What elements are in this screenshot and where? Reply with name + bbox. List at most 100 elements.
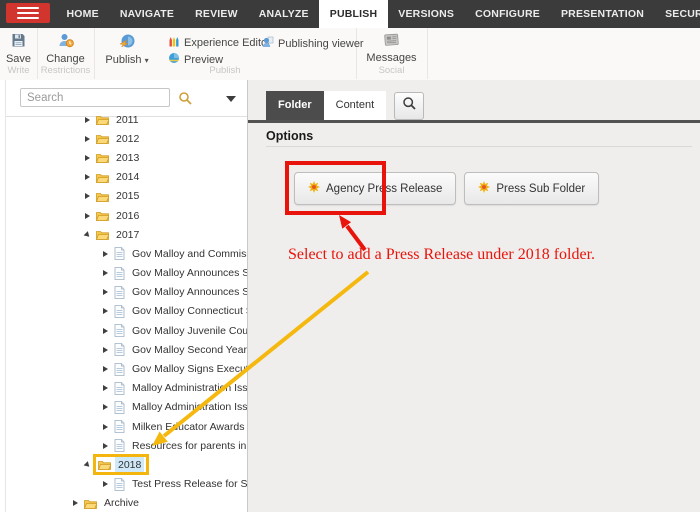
tree-item[interactable]: Gov Malloy Second Year of Accou bbox=[0, 340, 247, 359]
tree-item-label[interactable]: Gov Malloy and Commissioner W bbox=[129, 246, 248, 261]
tree-item[interactable]: 2017 bbox=[0, 225, 247, 244]
save-button[interactable]: Save bbox=[0, 33, 37, 65]
tree-item-label[interactable]: 2014 bbox=[113, 170, 142, 185]
expand-toggle-icon[interactable] bbox=[85, 213, 96, 219]
tree-item[interactable]: Gov Malloy Juvenile Court Referra bbox=[0, 321, 247, 340]
editor-panel: Folder Content Options Agency Press Rele… bbox=[248, 80, 700, 512]
options-separator bbox=[266, 146, 692, 147]
ribbon-tab-configure[interactable]: CONFIGURE bbox=[465, 0, 551, 28]
expand-toggle-icon[interactable] bbox=[103, 366, 114, 372]
tree-item-label[interactable]: Gov Malloy Announces Six-year H bbox=[129, 266, 248, 281]
expand-toggle-icon[interactable] bbox=[85, 174, 96, 180]
tree-item-label[interactable]: 2012 bbox=[113, 131, 142, 146]
hamburger-icon[interactable] bbox=[6, 3, 50, 23]
expand-toggle-icon[interactable] bbox=[85, 232, 96, 238]
tree-item[interactable]: 2015 bbox=[0, 187, 247, 206]
tree-item[interactable]: 2014 bbox=[0, 168, 247, 187]
document-icon bbox=[114, 286, 125, 299]
expand-toggle-icon[interactable] bbox=[85, 193, 96, 199]
tree-item[interactable]: Gov Malloy Announces Six-year H bbox=[0, 264, 247, 283]
publishing-viewer-icon bbox=[262, 36, 274, 51]
tree-item-label[interactable]: Test Press Release for SDE bbox=[129, 477, 248, 492]
tree-item[interactable]: Milken Educator Awards welcome bbox=[0, 417, 247, 436]
search-input[interactable] bbox=[20, 88, 170, 107]
tree-item-label[interactable]: 2013 bbox=[113, 150, 142, 165]
ribbon-tab-publish[interactable]: PUBLISH bbox=[319, 0, 388, 28]
tree-item-label[interactable]: 2016 bbox=[113, 208, 142, 223]
tree-item[interactable]: Malloy Administration Issues Guid bbox=[0, 379, 247, 398]
press-sub-folder-button[interactable]: Press Sub Folder bbox=[464, 172, 599, 205]
tree-item[interactable]: 2011 bbox=[0, 110, 247, 129]
expand-toggle-icon[interactable] bbox=[103, 404, 114, 410]
ribbon-tab-analyze[interactable]: ANALYZE bbox=[248, 0, 319, 28]
tree-item[interactable]: 2013 bbox=[0, 148, 247, 167]
expand-toggle-icon[interactable] bbox=[103, 251, 114, 257]
ribbon-tab-navigate[interactable]: NAVIGATE bbox=[109, 0, 184, 28]
content-tree-panel: 2011 2012 2013 2014 2015 2016 2017 Gov Malloy a… bbox=[0, 80, 248, 512]
tree-item[interactable]: Gov Malloy Connecticut Students bbox=[0, 302, 247, 321]
tab-content[interactable]: Content bbox=[324, 91, 387, 120]
expand-toggle-icon[interactable] bbox=[85, 155, 96, 161]
tree-item-label[interactable]: 2018 bbox=[115, 457, 144, 472]
tree-item[interactable]: 2016 bbox=[0, 206, 247, 225]
ribbon-tab-review[interactable]: REVIEW bbox=[185, 0, 249, 28]
change-restrictions-icon bbox=[58, 33, 74, 51]
expand-toggle-icon[interactable] bbox=[103, 328, 114, 334]
tree-item-label[interactable]: Malloy Administration Issues Guid bbox=[129, 400, 248, 415]
expand-toggle-icon[interactable] bbox=[103, 270, 114, 276]
ribbon-tab-home[interactable]: HOME bbox=[56, 0, 109, 28]
agency-press-release-label: Agency Press Release bbox=[326, 183, 442, 195]
tree-item[interactable]: Gov Malloy Announces Statewide bbox=[0, 283, 247, 302]
ribbon-tab-presentation[interactable]: PRESENTATION bbox=[550, 0, 654, 28]
search-icon bbox=[402, 96, 417, 116]
tree-item[interactable]: Gov Malloy and Commissioner W bbox=[0, 244, 247, 263]
publishing-viewer-button[interactable]: Publishing viewer bbox=[262, 36, 364, 51]
tree-item-label[interactable]: 2015 bbox=[113, 189, 142, 204]
expand-toggle-icon[interactable] bbox=[103, 289, 114, 295]
tree-item[interactable]: Archive bbox=[0, 494, 247, 512]
tree-item[interactable]: 2012 bbox=[0, 129, 247, 148]
tree-item-label[interactable]: 2011 bbox=[113, 112, 142, 127]
expand-toggle-icon[interactable] bbox=[103, 385, 114, 391]
tree-item[interactable]: Malloy Administration Issues Guid bbox=[0, 398, 247, 417]
tree-item-label[interactable]: Gov Malloy Announces Statewide bbox=[129, 285, 248, 300]
expand-toggle-icon[interactable] bbox=[73, 500, 84, 506]
tree-item-label[interactable]: Gov Malloy Juvenile Court Referra bbox=[129, 323, 248, 338]
ribbon-tab-security[interactable]: SECURITY bbox=[655, 0, 700, 28]
expand-toggle-icon[interactable] bbox=[103, 347, 114, 353]
search-icon[interactable] bbox=[178, 91, 193, 111]
expand-toggle-icon[interactable] bbox=[103, 424, 114, 430]
tree-item-label[interactable]: Archive bbox=[101, 496, 142, 511]
preview-label: Preview bbox=[184, 54, 223, 66]
expand-toggle-icon[interactable] bbox=[103, 481, 114, 487]
experience-editor-button[interactable]: Experience Editor bbox=[168, 36, 271, 50]
agency-press-release-button[interactable]: Agency Press Release bbox=[294, 172, 456, 205]
tree-item[interactable]: Resources for parents in English a bbox=[0, 436, 247, 455]
expand-toggle-icon[interactable] bbox=[85, 117, 96, 123]
expand-toggle-icon[interactable] bbox=[85, 136, 96, 142]
tree-item-label[interactable]: 2017 bbox=[113, 227, 142, 242]
tree-item-label[interactable]: Gov Malloy Second Year of Accou bbox=[129, 342, 248, 357]
tree-item-label[interactable]: Resources for parents in English a bbox=[129, 438, 248, 453]
tree-item[interactable]: Test Press Release for SDE bbox=[0, 475, 247, 494]
change-restrictions-button[interactable]: Change bbox=[37, 33, 94, 65]
panel-search-button[interactable] bbox=[394, 92, 424, 120]
expand-toggle-icon[interactable] bbox=[103, 308, 114, 314]
tab-folder[interactable]: Folder bbox=[266, 91, 324, 120]
dropdown-caret-icon[interactable] bbox=[226, 96, 236, 102]
tree-item-label[interactable]: Gov Malloy Signs Executive Orde bbox=[129, 362, 248, 377]
messages-button[interactable]: Messages bbox=[356, 33, 427, 64]
tree-item[interactable]: Gov Malloy Signs Executive Orde bbox=[0, 359, 247, 378]
tree-item-label[interactable]: Gov Malloy Connecticut Students bbox=[129, 304, 248, 319]
tree-item[interactable]: 2018 bbox=[0, 455, 247, 474]
ribbon-tab-versions[interactable]: VERSIONS bbox=[388, 0, 465, 28]
tree-item-label[interactable]: Malloy Administration Issues Guid bbox=[129, 381, 248, 396]
new-item-icon bbox=[308, 181, 320, 196]
document-icon bbox=[114, 382, 125, 395]
document-icon bbox=[114, 324, 125, 337]
sitecore-window: HOMENAVIGATEREVIEWANALYZEPUBLISHVERSIONS… bbox=[0, 0, 700, 512]
save-label: Save bbox=[6, 53, 31, 65]
expand-toggle-icon[interactable] bbox=[103, 443, 114, 449]
tree-item-label[interactable]: Milken Educator Awards welcome bbox=[129, 419, 248, 434]
publish-button[interactable]: Publish ▾ bbox=[102, 33, 152, 66]
